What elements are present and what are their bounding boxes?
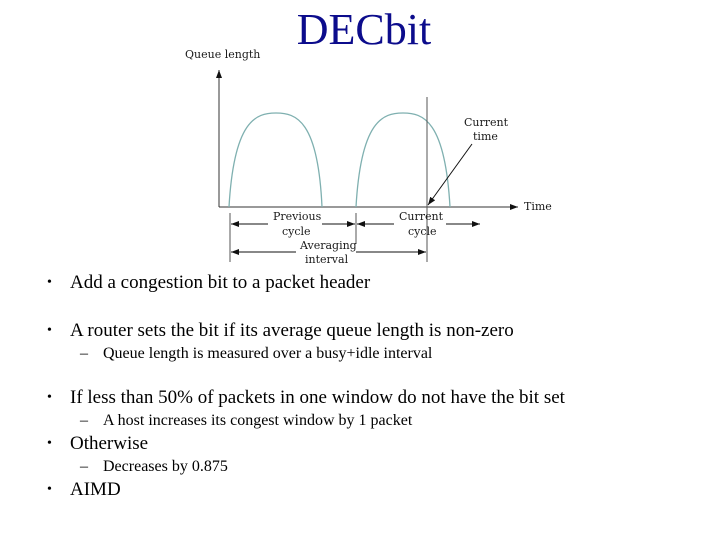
bullet-marker: • bbox=[47, 323, 52, 338]
previous-cycle-label-2: cycle bbox=[282, 225, 311, 238]
sub-bullet-text: A host increases its congest window by 1… bbox=[103, 412, 413, 429]
current-cycle-label-1: Current bbox=[399, 210, 444, 223]
x-axis-label: Time bbox=[524, 200, 552, 213]
bullet-marker: • bbox=[47, 275, 52, 290]
current-cycle-label-2: cycle bbox=[408, 225, 437, 238]
sub-bullet-marker: – bbox=[80, 345, 88, 362]
sub-bullet-marker: – bbox=[80, 458, 88, 475]
sub-bullet-marker: – bbox=[80, 412, 88, 429]
previous-cycle-label-1: Previous bbox=[273, 210, 322, 223]
sub-bullet-text: Queue length is measured over a busy+idl… bbox=[103, 345, 433, 362]
queue-curve-previous bbox=[228, 112, 323, 208]
bullet-marker: • bbox=[47, 436, 52, 451]
current-time-label-2: time bbox=[473, 130, 498, 143]
averaging-label-1: Averaging bbox=[299, 239, 357, 252]
bullet-text: If less than 50% of packets in one windo… bbox=[70, 387, 565, 408]
bullet-text: AIMD bbox=[70, 479, 121, 500]
current-time-arrow bbox=[427, 143, 473, 206]
averaging-label-2: interval bbox=[305, 253, 349, 266]
current-time-label-1: Current bbox=[464, 116, 509, 129]
bullet-marker: • bbox=[47, 390, 52, 405]
y-axis-label: Queue length bbox=[185, 48, 260, 61]
queue-curve-current bbox=[355, 112, 451, 208]
sub-bullet-text: Decreases by 0.875 bbox=[103, 458, 228, 475]
bullet-text: Add a congestion bit to a packet header bbox=[70, 272, 371, 293]
bullet-marker: • bbox=[47, 482, 52, 497]
bullet-text: A router sets the bit if its average que… bbox=[70, 320, 514, 341]
bullet-text: Otherwise bbox=[70, 433, 149, 454]
